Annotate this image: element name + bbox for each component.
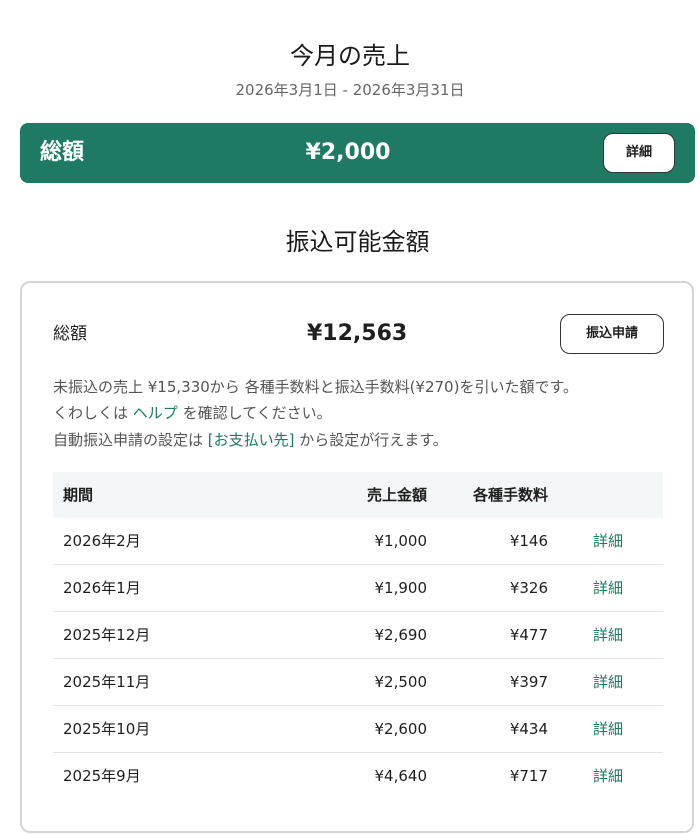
header-sales: 売上金額 (366, 486, 427, 504)
note-auto-after: から設定が行えます。 (294, 431, 448, 449)
date-range: 2026年3月1日 - 2026年3月31日 (235, 81, 465, 99)
row-fees: ¥397 (509, 673, 548, 691)
monthly-sales-table: 期間 売上金額 各種手数料 2026年2月 ¥1,000 ¥146 詳細 202… (53, 472, 663, 800)
monthly-total-banner: 総額 ¥2,000 詳細 (20, 123, 695, 183)
table-row: 2026年1月 ¥1,900 ¥326 詳細 (53, 565, 663, 612)
transfer-card: 総額 ¥12,563 振込申請 未振込の売上 ¥15,330から 各種手数料と振… (20, 281, 694, 833)
table-row: 2025年10月 ¥2,600 ¥434 詳細 (53, 706, 663, 753)
table-header: 期間 売上金額 各種手数料 (53, 472, 663, 518)
row-period: 2026年1月 (63, 579, 141, 597)
payment-destination-link[interactable]: [お支払い先] (208, 431, 295, 449)
row-sales: ¥2,500 (374, 673, 428, 691)
row-detail-link[interactable]: 詳細 (593, 565, 623, 612)
header-period: 期間 (63, 486, 94, 504)
row-period: 2025年10月 (63, 720, 151, 738)
row-fees: ¥326 (509, 579, 548, 597)
help-link[interactable]: ヘルプ (133, 404, 178, 422)
row-fees: ¥146 (509, 532, 548, 550)
note-auto-before: 自動振込申請の設定は (53, 431, 208, 449)
table-row: 2025年9月 ¥4,640 ¥717 詳細 (53, 753, 663, 800)
row-sales: ¥2,600 (374, 720, 428, 738)
available-amount: ¥12,563 (307, 321, 408, 346)
row-period: 2025年11月 (63, 673, 151, 691)
available-total-label: 総額 (53, 324, 87, 344)
table-row: 2025年12月 ¥2,690 ¥477 詳細 (53, 612, 663, 659)
table-row: 2026年2月 ¥1,000 ¥146 詳細 (53, 518, 663, 565)
row-detail-link[interactable]: 詳細 (593, 518, 623, 565)
row-detail-link[interactable]: 詳細 (593, 659, 623, 706)
note-auto-transfer: 自動振込申請の設定は [お支払い先] から設定が行えます。 (53, 430, 448, 450)
row-period: 2025年9月 (63, 767, 141, 785)
transfer-section-title: 振込可能金額 (285, 228, 430, 256)
total-amount: ¥2,000 (305, 140, 391, 165)
note-help: くわしくは ヘルプ を確認してください。 (53, 403, 332, 423)
header-fees: 各種手数料 (472, 486, 548, 504)
row-sales: ¥2,690 (374, 626, 428, 644)
transfer-apply-button[interactable]: 振込申請 (560, 314, 664, 354)
note-fee-explanation: 未振込の売上 ¥15,330から 各種手数料と振込手数料(¥270)を引いた額で… (53, 378, 578, 396)
row-sales: ¥4,640 (374, 767, 428, 785)
row-fees: ¥717 (509, 767, 548, 785)
row-detail-link[interactable]: 詳細 (593, 706, 623, 753)
total-detail-button[interactable]: 詳細 (603, 133, 675, 173)
note-help-after: を確認してください。 (177, 404, 332, 422)
sales-page: 今月の売上 2026年3月1日 - 2026年3月31日 総額 ¥2,000 詳… (0, 0, 700, 834)
note-help-before: くわしくは (53, 404, 133, 422)
row-sales: ¥1,900 (374, 579, 428, 597)
row-period: 2026年2月 (63, 532, 141, 550)
row-detail-link[interactable]: 詳細 (593, 612, 623, 659)
page-title: 今月の売上 (290, 42, 410, 70)
row-fees: ¥477 (509, 626, 548, 644)
row-period: 2025年12月 (63, 626, 151, 644)
row-sales: ¥1,000 (374, 532, 428, 550)
table-row: 2025年11月 ¥2,500 ¥397 詳細 (53, 659, 663, 706)
row-fees: ¥434 (509, 720, 548, 738)
row-detail-link[interactable]: 詳細 (593, 753, 623, 800)
